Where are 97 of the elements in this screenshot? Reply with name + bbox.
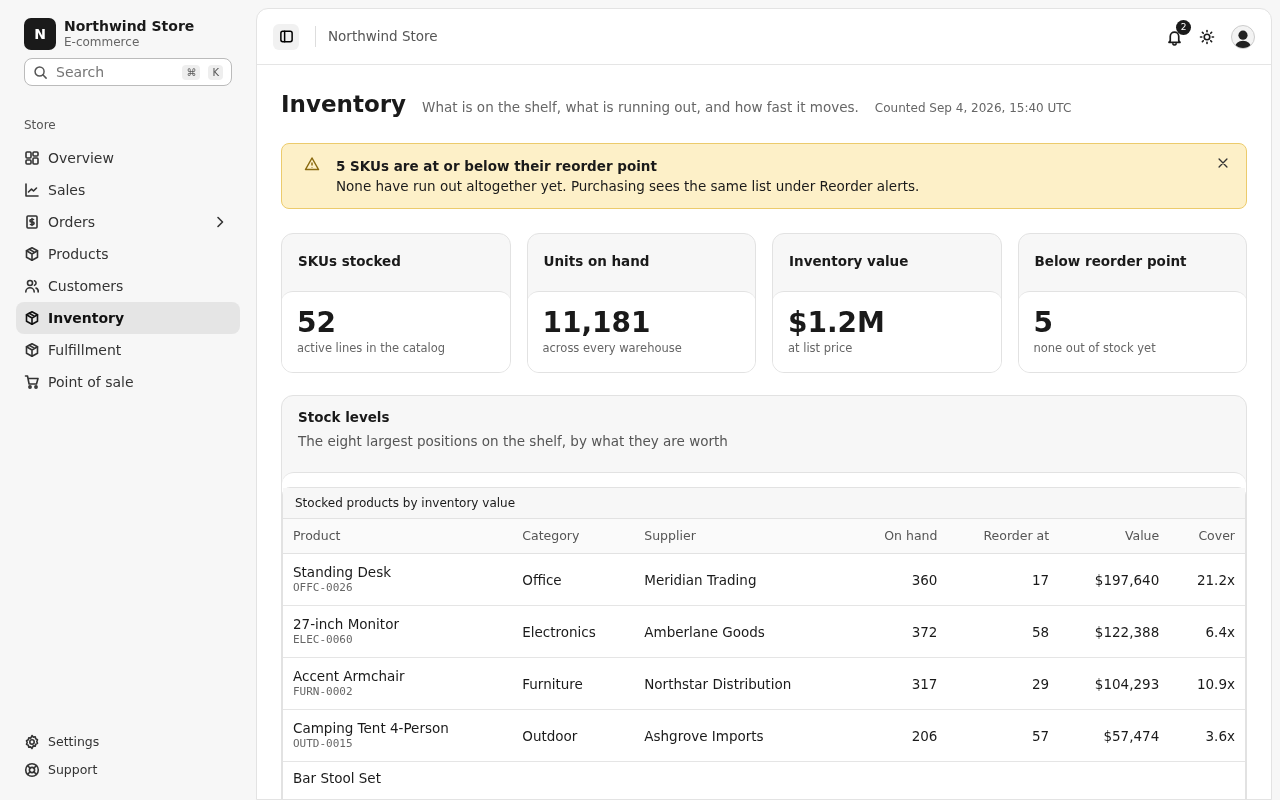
search-field[interactable]: Search ⌘ K	[24, 58, 232, 86]
avatar[interactable]	[1231, 24, 1255, 49]
shortcut-key: K	[208, 64, 223, 80]
column-header: Supplier	[634, 518, 852, 554]
table-cell: 10.9x	[1196, 675, 1235, 692]
table-cell: $122,388	[1094, 623, 1160, 640]
sku-code: FURN-0002	[293, 683, 354, 700]
sidebar-item[interactable]: Customers	[16, 270, 240, 302]
table-cell: Ashgrove Imports	[644, 727, 764, 744]
table-caption: Stocked products by inventory value	[283, 487, 1245, 519]
table-cell: $57,474	[1103, 727, 1160, 744]
stat-value: 11,181	[542, 306, 652, 340]
grid-icon	[24, 150, 40, 166]
page-subtitle: What is on the shelf, what is running out, and how fast it moves.	[422, 98, 859, 117]
sidebar-item[interactable]: Support	[16, 756, 240, 784]
sku-code: ELEC-0060	[293, 631, 354, 648]
box-icon	[24, 342, 40, 358]
stat-label: Units on hand	[542, 252, 651, 272]
product-name: 27-inch Monitor	[293, 615, 400, 632]
sidebar-item[interactable]: Settings	[16, 728, 240, 756]
column-header: Product	[283, 518, 513, 554]
sidebar-item[interactable]: Orders	[16, 206, 240, 238]
table-cell: $197,640	[1094, 571, 1160, 588]
support-icon	[24, 762, 40, 778]
table-cell: 3.6x	[1205, 727, 1235, 744]
stat-label: Inventory value	[788, 252, 910, 272]
notification-badge: 2	[1176, 20, 1191, 35]
table-cell: 317	[911, 675, 938, 692]
line-chart-icon	[24, 182, 40, 198]
table-cell: 58	[1031, 623, 1050, 640]
sun-icon[interactable]	[1199, 28, 1215, 45]
section-subtitle: The eight largest positions on the shelf, by what they are worth	[298, 432, 729, 452]
sidebar-item[interactable]: Point of sale	[16, 366, 240, 398]
product-name: Standing Desk	[293, 563, 392, 580]
bell-icon[interactable]	[1166, 28, 1183, 46]
stat-note: none out of stock yet	[1033, 339, 1157, 357]
breadcrumb[interactable]: Northwind Store	[315, 26, 438, 47]
table-cell: Amberlane Goods	[644, 623, 765, 640]
column-header: Cover	[1169, 518, 1245, 554]
stat-value: 5	[1033, 306, 1054, 340]
section-label: Store	[24, 117, 57, 134]
column-header: Category	[512, 518, 635, 554]
alert-title: 5 SKUs are at or below their reorder point	[336, 156, 658, 176]
sidebar-item[interactable]: Fulfillment	[16, 334, 240, 366]
sidebar-icon	[278, 29, 294, 44]
table-cell: Electronics	[522, 623, 596, 640]
table-cell: 206	[911, 727, 938, 744]
stat-value: 52	[297, 306, 337, 340]
store-name: Northwind Store	[64, 18, 195, 36]
box-icon	[24, 310, 40, 326]
stat-label: SKUs stocked	[297, 252, 402, 272]
stat-note: across every warehouse	[542, 339, 683, 357]
shortcut-key: ⌘	[182, 64, 201, 80]
page-title: Inventory	[281, 91, 407, 119]
logo: N	[24, 18, 56, 50]
users-icon	[24, 278, 40, 294]
table-cell: 6.4x	[1205, 623, 1235, 640]
receipt-icon	[24, 214, 40, 230]
search-input[interactable]: Search	[56, 61, 175, 83]
product-name: Bar Stool Set	[293, 770, 382, 787]
sidebar-item[interactable]: Sales	[16, 174, 240, 206]
table-cell: $104,293	[1094, 675, 1160, 692]
cart-icon	[24, 374, 40, 390]
table-cell: 21.2x	[1196, 571, 1235, 588]
table-cell: Outdoor	[522, 727, 578, 744]
table-cell: Meridian Trading	[644, 571, 757, 588]
sidebar-item[interactable]: Products	[16, 238, 240, 270]
sidebar-item[interactable]: Overview	[16, 142, 240, 174]
table-cell: 17	[1031, 571, 1050, 588]
table-cell: Furniture	[522, 675, 583, 692]
alert-message: None have run out altogether yet. Purchasing sees the same list under Reorder alerts.	[336, 176, 921, 196]
sku-code: OUTD-0015	[293, 736, 354, 752]
stat-note: active lines in the catalog	[297, 339, 447, 357]
sidebar-toggle-button[interactable]	[273, 23, 299, 50]
table-cell: Office	[522, 571, 562, 588]
table-cell: 57	[1031, 727, 1050, 744]
stat-value: $1.2M	[788, 306, 886, 340]
column-header: Reorder at	[947, 518, 1060, 554]
table-cell: Northstar Distribution	[644, 675, 792, 692]
search-icon	[33, 64, 48, 80]
table-cell: 360	[911, 571, 938, 588]
column-header: On hand	[852, 518, 948, 554]
table-cell: 372	[911, 623, 938, 640]
store-type: E-commerce	[64, 35, 141, 50]
stat-label: Below reorder point	[1033, 252, 1188, 272]
table-cell: 29	[1031, 675, 1050, 692]
sidebar-item[interactable]: Inventory	[16, 302, 240, 334]
sku-code: OFFC-0026	[293, 580, 354, 596]
timestamp: Counted Sep 4, 2026, 15:40 UTC	[874, 100, 1072, 117]
product-name: Camping Tent 4-Person	[293, 719, 450, 736]
warning-icon	[304, 155, 320, 172]
settings-icon	[24, 734, 40, 750]
box-icon	[24, 246, 40, 262]
section-title: Stock levels	[298, 408, 391, 428]
product-name: Accent Armchair	[293, 667, 406, 684]
column-header: Value	[1059, 518, 1170, 554]
stat-note: at list price	[788, 339, 854, 357]
